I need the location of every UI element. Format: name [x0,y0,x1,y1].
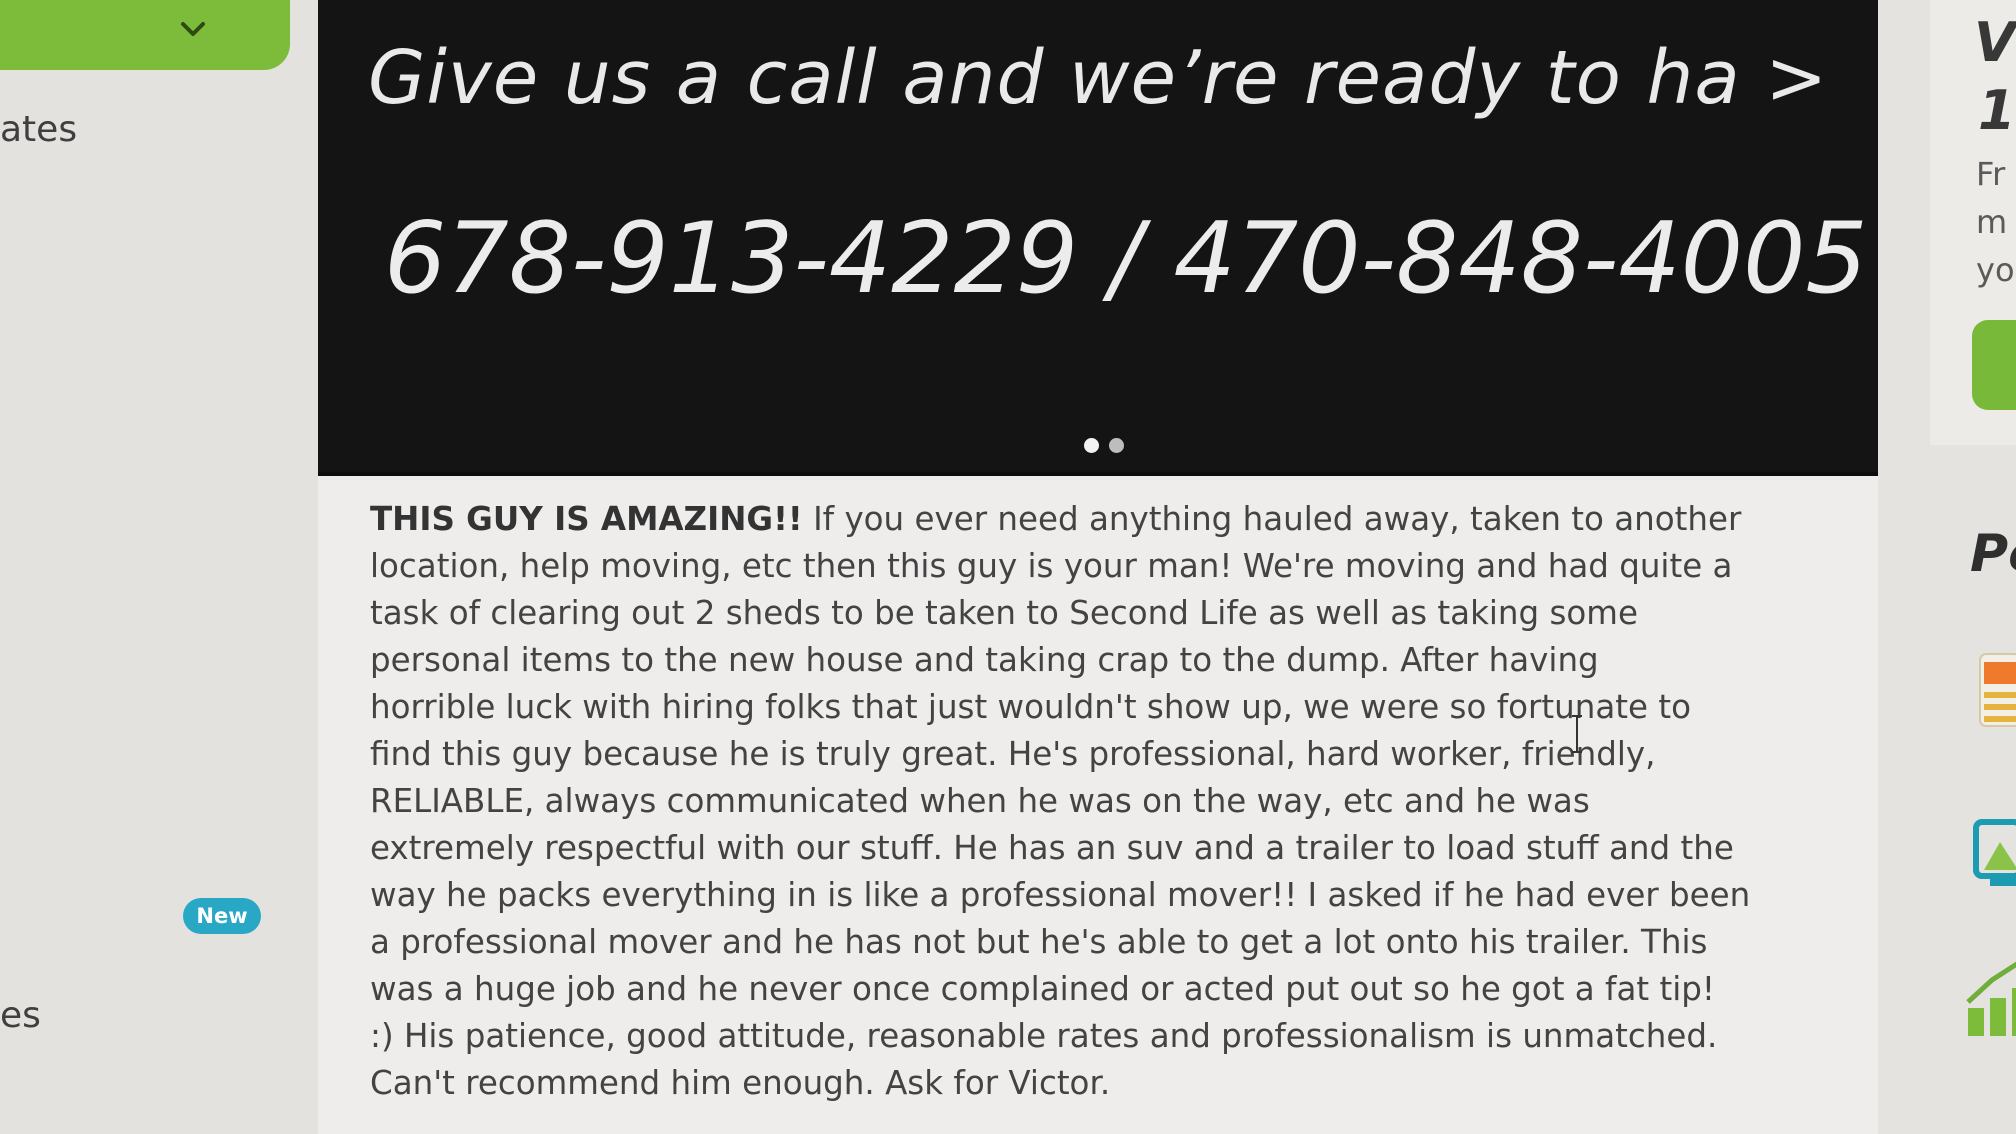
review-text: THIS GUY IS AMAZING!! If you ever need a… [370,496,1790,1107]
right-text-line: yo [1976,251,2015,289]
left-sidebar: ates New es [0,0,318,1134]
carousel-dot[interactable] [1109,438,1124,453]
right-text-line: Fr [1976,155,2006,193]
right-sidebar: V 1 Fr m yo Pc [1878,0,2016,1134]
carousel-dot[interactable] [1084,438,1099,453]
chart-icon[interactable] [1962,958,2016,1038]
text-cursor-icon [1572,715,1582,753]
right-action-button[interactable] [1972,320,2016,410]
image-icon[interactable] [1970,812,2016,892]
hero-banner: Give us a call and we’re ready to ha > 6… [318,0,1878,476]
right-text-line: m [1976,203,2008,241]
phone-numbers: 678-913-4229 / 470-848-4005 [384,202,1868,316]
right-section-heading: Pc [1970,524,2016,584]
sidebar-item-label[interactable]: es [0,998,41,1034]
chevron-down-icon [181,22,205,36]
review-body: If you ever need anything hauled away, t… [370,500,1751,1102]
review-panel: THIS GUY IS AMAZING!! If you ever need a… [318,476,1878,1134]
list-icon[interactable] [1976,650,2016,730]
hero-title-link[interactable]: Give us a call and we’re ready to ha > [368,37,1828,119]
app-screen: ates New es Give us a call and we’re rea… [0,0,2016,1134]
review-lead: THIS GUY IS AMAZING!! [370,500,803,538]
dropdown-button[interactable] [0,0,290,70]
right-heading: V [1974,11,2016,74]
carousel-dots [1084,438,1124,453]
right-heading-number: 1 [1978,79,2016,142]
new-badge: New [183,898,261,934]
sidebar-item-label[interactable]: ates [0,112,77,148]
